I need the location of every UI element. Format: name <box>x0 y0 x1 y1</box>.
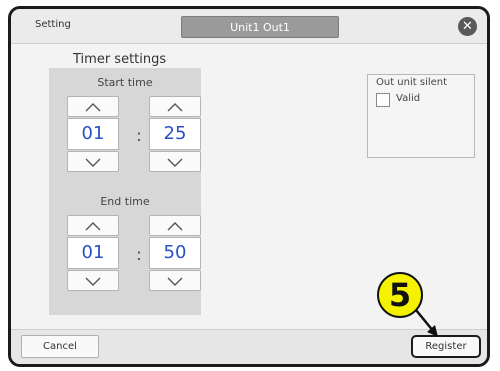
end-hour-stepper: 01 <box>67 215 119 291</box>
valid-checkbox[interactable] <box>376 93 390 107</box>
register-button[interactable]: Register <box>411 335 481 358</box>
out-unit-silent-group: Out unit silent Valid <box>367 74 475 158</box>
valid-checkbox-label[interactable]: Valid <box>396 93 420 104</box>
end-hour-down-button[interactable] <box>67 270 119 291</box>
unit-tab[interactable]: Unit1 Out1 <box>181 16 339 38</box>
start-hour-up-button[interactable] <box>67 96 119 117</box>
out-unit-silent-title: Out unit silent <box>376 77 448 88</box>
end-minute-stepper: 50 <box>149 215 201 291</box>
callout-arrow-icon <box>415 309 438 337</box>
start-hour-value[interactable]: 01 <box>67 118 119 150</box>
start-hour-stepper: 01 <box>67 96 119 172</box>
start-minute-down-button[interactable] <box>149 151 201 172</box>
start-time-separator: : <box>136 126 142 145</box>
end-hour-up-button[interactable] <box>67 215 119 236</box>
chevron-up-icon <box>85 103 101 112</box>
end-minute-value[interactable]: 50 <box>149 237 201 269</box>
end-time-separator: : <box>136 245 142 264</box>
timer-settings-title: Timer settings <box>73 52 167 67</box>
start-minute-up-button[interactable] <box>149 96 201 117</box>
chevron-up-icon <box>167 103 183 112</box>
dialog-header: Setting Unit1 Out1 ✕ <box>11 9 487 44</box>
end-minute-up-button[interactable] <box>149 215 201 236</box>
cancel-button[interactable]: Cancel <box>21 335 99 358</box>
start-hour-down-button[interactable] <box>67 151 119 172</box>
start-time-label: Start time <box>97 76 153 89</box>
start-minute-value[interactable]: 25 <box>149 118 201 150</box>
chevron-up-icon <box>85 222 101 231</box>
chevron-up-icon <box>167 222 183 231</box>
header-title: Setting <box>35 19 71 30</box>
chevron-down-icon <box>167 158 183 167</box>
chevron-down-icon <box>167 277 183 286</box>
chevron-down-icon <box>85 277 101 286</box>
timer-panel: Start time 01 : 25 End time 01: 50 <box>49 68 201 315</box>
end-hour-value[interactable]: 01 <box>67 237 119 269</box>
end-time-label: End time <box>100 195 150 208</box>
start-minute-stepper: 25 <box>149 96 201 172</box>
end-minute-down-button[interactable] <box>149 270 201 291</box>
chevron-down-icon <box>85 158 101 167</box>
close-icon[interactable]: ✕ <box>458 17 477 36</box>
